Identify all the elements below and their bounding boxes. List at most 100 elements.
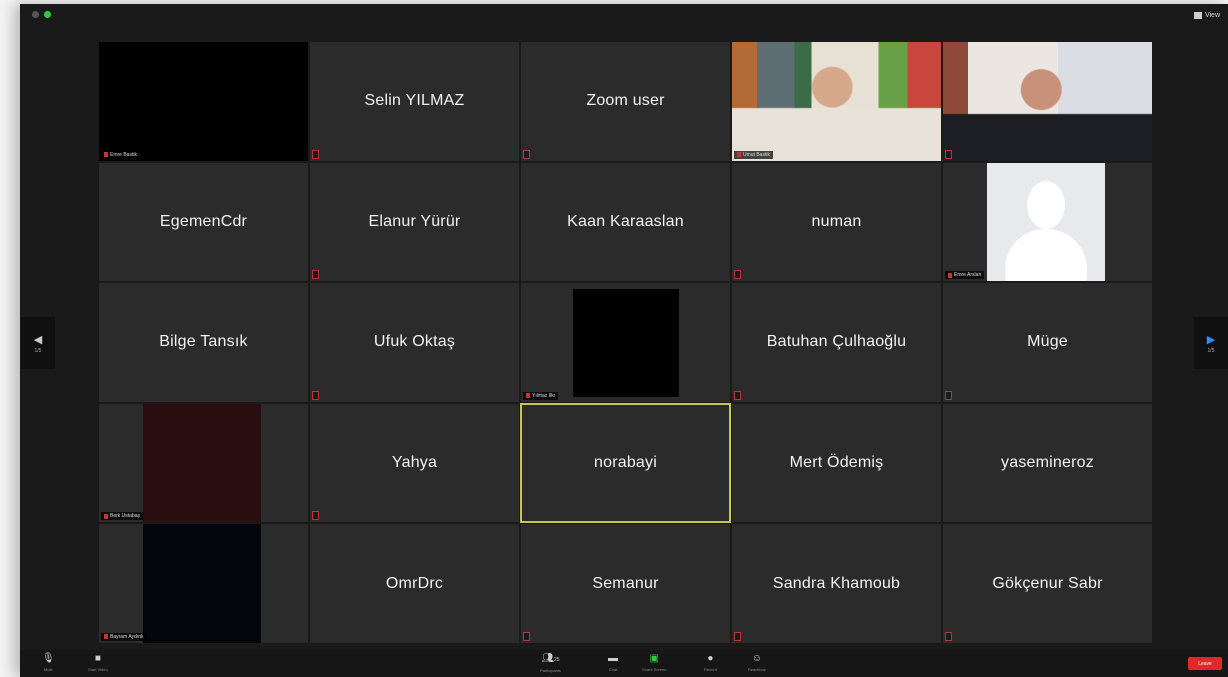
participant-tile[interactable]: Zoom user (520, 41, 731, 162)
participant-tile[interactable]: Selin YILMAZ (309, 41, 520, 162)
participant-name-tag-text: Emre Bastik (110, 151, 137, 158)
gallery-view-icon (1193, 11, 1202, 19)
muted-mic-icon (104, 634, 108, 640)
participant-tile[interactable]: OmrDrc (309, 523, 520, 644)
security-shield-icon[interactable] (44, 11, 51, 18)
camera-icon: ■ (94, 653, 101, 664)
chat-button[interactable]: ▬ Chat (608, 653, 618, 673)
chevron-right-icon: ▶ (1206, 333, 1216, 346)
share-screen-icon: ▣ (649, 653, 659, 664)
participant-name: Zoom user (586, 92, 665, 110)
chat-icon: ▬ (608, 653, 618, 664)
muted-mic-icon (526, 393, 530, 399)
next-page-button[interactable]: ▶ 1/5 (1194, 317, 1228, 369)
muted-mic-icon (945, 149, 952, 159)
muted-mic-icon (734, 390, 741, 400)
participant-name-tag: Yılmaz Ilkr (523, 391, 559, 400)
record-button[interactable]: ● Record (704, 653, 717, 673)
participant-tile[interactable]: Sandra Khamoub (731, 523, 942, 644)
participant-name: Semanur (592, 574, 659, 592)
participant-video (143, 524, 261, 643)
previous-page-button[interactable]: ◀ 1/5 (21, 317, 55, 369)
view-button-label: View (1204, 11, 1220, 19)
participant-tile[interactable]: Berk Ustabaş (98, 402, 309, 524)
chevron-left-icon: ◀ (33, 333, 43, 346)
start-video-button[interactable]: ■ Start Video (88, 653, 108, 673)
muted-mic-icon (312, 511, 319, 521)
participant-tile[interactable]: numan (731, 161, 942, 283)
muted-mic-icon (104, 513, 108, 519)
participant-tile[interactable]: Umut Bastik (731, 41, 942, 162)
muted-mic-icon (945, 390, 952, 400)
participants-icon: 👥︎25 (541, 653, 560, 664)
participant-name-tag-text: Emre Arslan (954, 272, 982, 279)
window-close-icon[interactable] (32, 11, 39, 18)
participant-tile[interactable]: Müge (942, 282, 1153, 403)
muted-mic-icon (523, 631, 530, 641)
participant-name-tag: Bayram Aydınlı (101, 632, 147, 641)
participant-tile[interactable]: Bayram Aydınlı (98, 523, 309, 644)
muted-mic-icon (948, 272, 952, 278)
view-button[interactable]: View (1193, 8, 1220, 22)
microphone-icon: 🎙︎ (42, 653, 55, 664)
participant-tile[interactable]: Yahya (309, 402, 520, 524)
participant-tile[interactable]: norabayi (520, 402, 731, 524)
record-icon: ● (707, 653, 714, 664)
participant-name: Gökçenur Sabr (992, 574, 1103, 592)
share-screen-button[interactable]: ▣ Share Screen (642, 653, 666, 673)
muted-mic-icon (737, 152, 741, 158)
participant-name: Müge (1027, 333, 1068, 351)
participant-name: Sandra Khamoub (772, 574, 901, 592)
participant-video (943, 42, 1152, 161)
participant-tile[interactable] (942, 41, 1153, 162)
participant-tile[interactable]: Ufuk Oktaş (309, 282, 520, 403)
participant-name: EgemenCdr (159, 212, 248, 230)
participant-name: yasemineroz (1001, 454, 1094, 472)
participant-tile[interactable]: Gökçenur Sabr (942, 523, 1153, 644)
participant-name: Mert Ödemiş (789, 454, 884, 472)
participant-tile[interactable]: Yılmaz Ilkr (520, 282, 731, 403)
reactions-button[interactable]: ☺ Reactions (748, 654, 766, 673)
muted-mic-icon (734, 270, 741, 280)
participant-tile[interactable]: Bilge Tansık (98, 282, 309, 403)
participant-tile[interactable]: Batuhan Çulhaoğlu (731, 282, 942, 403)
participant-name-tag: Emre Bastik (101, 150, 140, 159)
muted-mic-icon (523, 149, 530, 159)
participant-name: OmrDrc (385, 574, 444, 592)
leave-meeting-button[interactable]: Leave (1188, 657, 1222, 670)
participants-button[interactable]: 👥︎25 Participants (540, 653, 561, 674)
participant-tile[interactable]: Emre Bastik (98, 41, 309, 162)
participant-name: Bilge Tansık (159, 333, 248, 351)
participant-name: Selin YILMAZ (364, 92, 465, 110)
participant-tile[interactable]: EgemenCdr (98, 161, 309, 283)
mute-button[interactable]: 🎙︎ Mute (42, 653, 55, 673)
participant-tile[interactable]: Semanur (520, 523, 731, 644)
meeting-toolbar: 🎙︎ Mute ■ Start Video 👥︎25 Participants … (20, 650, 1228, 677)
participant-tile[interactable]: Elanur Yürür (309, 161, 520, 283)
muted-mic-icon (312, 270, 319, 280)
participant-name: Kaan Karaaslan (567, 212, 684, 230)
muted-mic-icon (312, 149, 319, 159)
title-bar: View (20, 4, 1228, 26)
zoom-window: View ◀ 1/5 Emre Bastik Selin YILMAZ Zoom u… (20, 4, 1228, 677)
participant-name-tag-text: Berk Ustabaş (110, 513, 141, 520)
muted-mic-icon (734, 631, 741, 641)
participant-name-tag-text: Bayram Aydınlı (110, 633, 144, 640)
participant-video (143, 403, 261, 523)
default-avatar-image (987, 162, 1105, 281)
participant-video (732, 42, 941, 161)
participant-name-tag: Umut Bastik (734, 150, 773, 159)
participant-name-tag-text: Umut Bastik (743, 151, 770, 158)
participant-tile[interactable]: Kaan Karaaslan (520, 161, 731, 283)
participant-name-tag-text: Yılmaz Ilkr (532, 392, 556, 399)
participant-name-tag: Berk Ustabaş (101, 512, 144, 521)
participant-tile[interactable]: Emre Arslan (942, 161, 1153, 283)
participant-tile[interactable]: Mert Ödemiş (731, 402, 942, 524)
participant-name: Yahya (391, 454, 438, 472)
participant-name: Elanur Yürür (368, 212, 461, 230)
muted-mic-icon (945, 631, 952, 641)
participant-tile[interactable]: yasemineroz (942, 402, 1153, 524)
participant-name: Ufuk Oktaş (373, 333, 456, 351)
participant-name: numan (811, 212, 862, 230)
participant-video (573, 289, 679, 398)
